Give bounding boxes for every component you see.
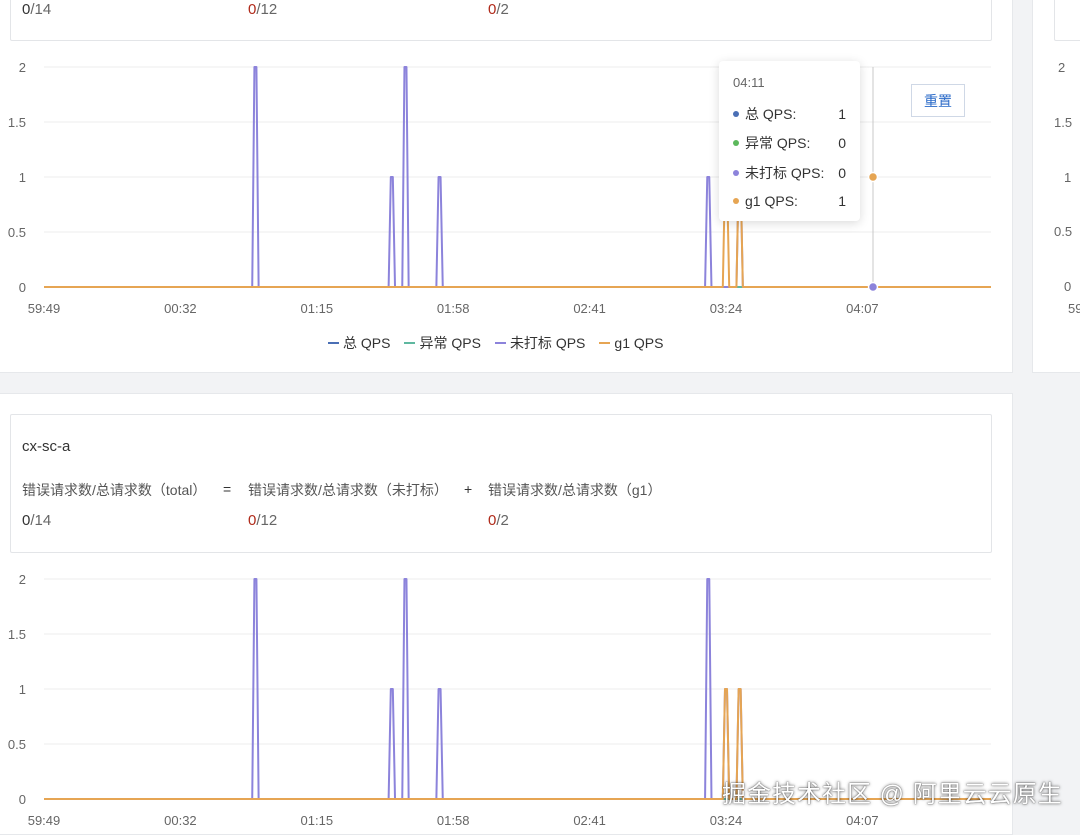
bottom-chart-x-tick-4: 02:41	[573, 813, 606, 827]
bottom-chart-x-tick-1: 00:32	[164, 813, 197, 827]
bottom-chart-x-tick-2: 01:15	[301, 813, 334, 827]
bottom-chart-x-tick-5: 03:24	[710, 813, 743, 827]
bottom-chart-y-tick-0: 2	[19, 572, 26, 587]
bottom-qps-chart[interactable]: 2 1.5 1 0.5 059:49 00:32 01:15 01:58 02:41 03:24 0…	[0, 0, 1012, 827]
watermark: 掘金技术社区 @ 阿里云云原生	[722, 781, 1063, 808]
right-y-tick-3: 0.5	[1054, 224, 1072, 239]
bottom-chart-y-tick-3: 0.5	[8, 737, 26, 752]
bottom-chart-y-tick-2: 1	[19, 682, 26, 697]
right-y-tick-4: 0	[1064, 279, 1071, 294]
bottom-chart-y-tick-1: 1.5	[8, 627, 26, 642]
bottom-chart-x-tick-6: 04:07	[846, 813, 879, 827]
right-x-tick-0: 59	[1068, 301, 1080, 316]
bottom-chart-y-tick-4: 0	[19, 792, 26, 807]
right-y-tick-0: 2	[1058, 60, 1065, 75]
right-y-tick-2: 1	[1064, 170, 1071, 185]
bottom-chart-x-tick-3: 01:58	[437, 813, 470, 827]
bottom-chart-x-tick-0: 59:49	[28, 813, 61, 827]
right-y-tick-1: 1.5	[1054, 115, 1072, 130]
